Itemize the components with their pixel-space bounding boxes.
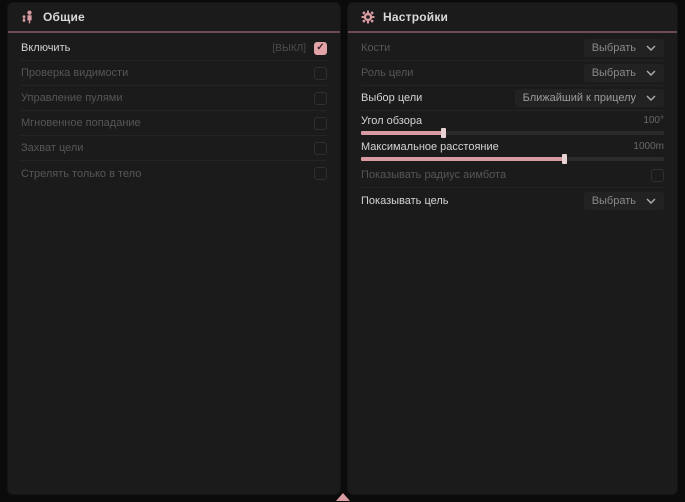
instant-hit-label: Мгновенное попадание <box>21 117 141 129</box>
target-role-dropdown-value: Выбрать <box>592 67 636 79</box>
target-lock-checkbox[interactable]: ✓ <box>314 142 327 155</box>
row-bones: Кости Выбрать <box>361 36 664 61</box>
enable-label: Включить <box>21 42 70 54</box>
general-panel-title: Общие <box>43 10 85 24</box>
target-select-dropdown[interactable]: Ближайший к прицелу <box>515 89 664 107</box>
target-select-dropdown-value: Ближайший к прицелу <box>523 92 636 104</box>
enable-hotkey-state: [ВЫКЛ] <box>273 43 306 54</box>
aimbot-person-icon <box>21 10 35 24</box>
bullet-control-checkbox[interactable]: ✓ <box>314 92 327 105</box>
max-distance-label: Максимальное расстояние <box>361 141 499 153</box>
fov-slider-handle[interactable] <box>441 128 446 138</box>
target-role-dropdown[interactable]: Выбрать <box>584 64 664 82</box>
general-panel: Общие Включить [ВЫКЛ] ✓ Проверка видимос… <box>8 3 340 494</box>
body-only-label: Стрелять только в тело <box>21 168 141 180</box>
row-target-select: Выбор цели Ближайший к прицелу <box>361 86 664 111</box>
gear-icon <box>361 10 375 24</box>
row-show-target: Показывать цель Выбрать <box>361 188 664 213</box>
row-bullet-control: Управление пулями ✓ <box>21 86 327 111</box>
bullet-control-label: Управление пулями <box>21 92 123 104</box>
max-distance-slider[interactable] <box>361 157 664 161</box>
max-distance-value: 1000m <box>633 141 664 152</box>
bones-dropdown[interactable]: Выбрать <box>584 39 664 57</box>
fov-value: 100° <box>643 115 664 126</box>
expand-indicator-icon[interactable] <box>336 493 350 501</box>
visibility-check-label: Проверка видимости <box>21 67 128 79</box>
target-select-label: Выбор цели <box>361 92 422 104</box>
show-aimbot-radius-checkbox[interactable]: ✓ <box>651 169 664 182</box>
body-only-checkbox[interactable]: ✓ <box>314 167 327 180</box>
row-visibility-check: Проверка видимости ✓ <box>21 61 327 86</box>
settings-rows: Кости Выбрать Роль цели Выбрать Выбор це… <box>348 33 677 213</box>
chevron-down-icon <box>646 95 656 101</box>
settings-panel: Настройки Кости Выбрать Роль цели Выбрат… <box>348 3 677 494</box>
bones-dropdown-value: Выбрать <box>592 42 636 54</box>
checkmark-icon: ✓ <box>316 43 324 53</box>
instant-hit-checkbox[interactable]: ✓ <box>314 117 327 130</box>
settings-panel-header: Настройки <box>348 3 677 31</box>
enable-checkbox[interactable]: ✓ <box>314 42 327 55</box>
bones-label: Кости <box>361 42 390 54</box>
max-distance-slider-fill <box>361 157 564 161</box>
fov-slider-fill <box>361 131 443 135</box>
row-body-only: Стрелять только в тело ✓ <box>21 161 327 186</box>
row-target-role: Роль цели Выбрать <box>361 61 664 86</box>
visibility-check-checkbox[interactable]: ✓ <box>314 67 327 80</box>
fov-slider[interactable] <box>361 131 664 135</box>
row-show-aimbot-radius: Показывать радиус аимбота ✓ <box>361 163 664 188</box>
chevron-down-icon <box>646 70 656 76</box>
row-enable: Включить [ВЫКЛ] ✓ <box>21 36 327 61</box>
max-distance-slider-handle[interactable] <box>562 154 567 164</box>
target-role-label: Роль цели <box>361 67 413 79</box>
target-lock-label: Захват цели <box>21 142 83 154</box>
row-target-lock: Захват цели ✓ <box>21 136 327 161</box>
row-max-distance: Максимальное расстояние 1000m <box>361 137 664 163</box>
chevron-down-icon <box>646 45 656 51</box>
show-target-dropdown[interactable]: Выбрать <box>584 192 664 210</box>
show-target-dropdown-value: Выбрать <box>592 195 636 207</box>
row-instant-hit: Мгновенное попадание ✓ <box>21 111 327 136</box>
fov-label: Угол обзора <box>361 115 422 127</box>
show-target-label: Показывать цель <box>361 195 449 207</box>
row-fov: Угол обзора 100° <box>361 111 664 137</box>
chevron-down-icon <box>646 198 656 204</box>
show-aimbot-radius-label: Показывать радиус аимбота <box>361 169 506 181</box>
general-rows: Включить [ВЫКЛ] ✓ Проверка видимости ✓ У… <box>8 33 340 186</box>
settings-panel-title: Настройки <box>383 10 448 24</box>
general-panel-header: Общие <box>8 3 340 31</box>
